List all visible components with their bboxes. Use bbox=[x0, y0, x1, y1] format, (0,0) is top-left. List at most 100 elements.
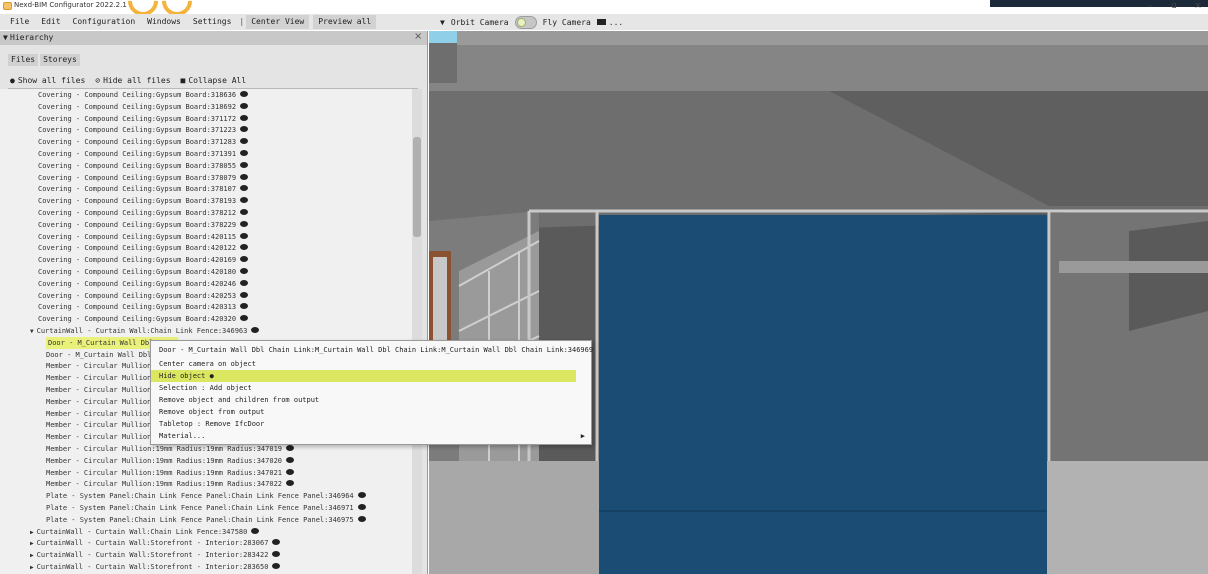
visibility-eye-icon[interactable] bbox=[240, 150, 249, 156]
visibility-eye-icon[interactable] bbox=[240, 114, 249, 121]
tree-row[interactable]: Covering - Compound Ceiling:Gypsum Board… bbox=[38, 290, 249, 302]
visibility-eye-icon[interactable] bbox=[251, 527, 260, 534]
show-all-files-button[interactable]: ● Show all files bbox=[10, 76, 85, 85]
visibility-eye-icon[interactable] bbox=[272, 563, 281, 569]
caret-right-icon[interactable]: ▶ bbox=[30, 562, 34, 574]
tree-row[interactable]: Covering - Compound Ceiling:Gypsum Board… bbox=[38, 183, 249, 195]
tab-files[interactable]: Files bbox=[8, 54, 39, 66]
tree-row[interactable]: Member - Circular Mullion bbox=[46, 384, 151, 396]
maximize-button[interactable]: ɑ bbox=[1164, 0, 1184, 13]
tree-row[interactable]: Member - Circular Mullion bbox=[46, 396, 151, 408]
visibility-eye-icon[interactable] bbox=[240, 291, 249, 298]
menu-item-remove-object-children[interactable]: Remove object and children from output bbox=[151, 394, 591, 406]
tree-row[interactable]: Covering - Compound Ceiling:Gypsum Board… bbox=[38, 136, 249, 148]
3d-viewport[interactable] bbox=[429, 31, 1208, 574]
tree-row[interactable]: Covering - Compound Ceiling:Gypsum Board… bbox=[38, 254, 249, 266]
menu-item-hide-object[interactable]: Hide object ● bbox=[151, 370, 576, 382]
tree-row[interactable]: Member - Circular Mullion:19mm Radius:19… bbox=[46, 467, 295, 479]
menu-item-tabletop-remove[interactable]: Tabletop : Remove IfcDoor bbox=[151, 418, 591, 430]
tree-row[interactable]: ▶ CurtainWall - Curtain Wall:Storefront -… bbox=[30, 561, 281, 574]
tree-row[interactable]: Covering - Compound Ceiling:Gypsum Board… bbox=[38, 278, 249, 290]
visibility-eye-icon[interactable] bbox=[251, 327, 260, 333]
visibility-eye-icon[interactable] bbox=[272, 539, 281, 546]
visibility-eye-icon[interactable] bbox=[272, 551, 281, 558]
tree-row[interactable]: Covering - Compound Ceiling:Gypsum Board… bbox=[38, 113, 249, 125]
menu-configuration[interactable]: Configuration bbox=[67, 15, 142, 29]
close-panel-button[interactable]: × bbox=[414, 31, 422, 42]
menu-item-center-camera[interactable]: Center camera on object bbox=[151, 358, 591, 370]
visibility-eye-icon[interactable] bbox=[240, 315, 249, 322]
minimize-button[interactable]: – bbox=[1140, 0, 1160, 13]
visibility-eye-icon[interactable] bbox=[240, 303, 249, 310]
visibility-eye-icon[interactable] bbox=[240, 91, 249, 97]
center-view-button[interactable]: Center View bbox=[246, 15, 310, 29]
tree-row[interactable]: Covering - Compound Ceiling:Gypsum Board… bbox=[38, 301, 249, 313]
caret-down-icon[interactable]: ▼ bbox=[30, 326, 34, 338]
menu-item-material[interactable]: Material... ▶ bbox=[151, 430, 591, 442]
tree-row[interactable]: Covering - Compound Ceiling:Gypsum Board… bbox=[38, 148, 249, 160]
fly-camera-label[interactable]: Fly Camera bbox=[543, 18, 591, 27]
tree-row[interactable]: Covering - Compound Ceiling:Gypsum Board… bbox=[38, 195, 249, 207]
visibility-eye-icon[interactable] bbox=[240, 209, 249, 215]
tree-row[interactable]: Covering - Compound Ceiling:Gypsum Board… bbox=[38, 172, 249, 184]
tree-row[interactable]: Covering - Compound Ceiling:Gypsum Board… bbox=[38, 160, 249, 172]
close-button[interactable]: × bbox=[1188, 0, 1208, 13]
tab-storeys[interactable]: Storeys bbox=[40, 54, 80, 66]
tree-row[interactable]: Covering - Compound Ceiling:Gypsum Board… bbox=[38, 266, 249, 278]
more-options[interactable]: ... bbox=[609, 18, 623, 27]
hide-all-files-button[interactable]: ⊘ Hide all files bbox=[95, 76, 170, 85]
menu-edit[interactable]: Edit bbox=[35, 15, 66, 29]
visibility-eye-icon[interactable] bbox=[240, 126, 249, 133]
tree-row[interactable]: ▶ CurtainWall - Curtain Wall:Storefront -… bbox=[30, 549, 281, 561]
tree-row[interactable]: Covering - Compound Ceiling:Gypsum Board… bbox=[38, 242, 249, 254]
menu-windows[interactable]: Windows bbox=[141, 15, 187, 29]
orbit-camera-label[interactable]: Orbit Camera bbox=[451, 18, 509, 27]
tree-row[interactable]: Member - Circular Mullion bbox=[46, 408, 151, 420]
visibility-eye-icon[interactable] bbox=[240, 268, 249, 274]
visibility-eye-icon[interactable] bbox=[240, 197, 249, 204]
visibility-eye-icon[interactable] bbox=[240, 232, 249, 239]
visibility-eye-icon[interactable] bbox=[240, 102, 249, 109]
camera-icon[interactable] bbox=[596, 19, 606, 25]
visibility-eye-icon[interactable] bbox=[286, 480, 295, 487]
visibility-eye-icon[interactable] bbox=[240, 244, 249, 251]
tree-row[interactable]: Member - Circular Mullion:19mm Radius:19… bbox=[46, 455, 295, 467]
visibility-eye-icon[interactable] bbox=[357, 515, 366, 522]
tree-row[interactable]: Covering - Compound Ceiling:Gypsum Board… bbox=[38, 89, 249, 101]
tree-row[interactable]: Covering - Compound Ceiling:Gypsum Board… bbox=[38, 207, 249, 219]
tree-row[interactable]: ▼ CurtainWall - Curtain Wall:Chain Link F… bbox=[30, 325, 260, 338]
menu-item-selection-add[interactable]: Selection : Add object bbox=[151, 382, 591, 394]
visibility-eye-icon[interactable] bbox=[240, 138, 249, 145]
preview-all-button[interactable]: Preview all bbox=[313, 15, 377, 29]
tree-row[interactable]: Member - Circular Mullion bbox=[46, 431, 151, 443]
tree-scrollbar[interactable] bbox=[412, 89, 422, 574]
visibility-eye-icon[interactable] bbox=[357, 492, 366, 499]
menu-item-remove-object[interactable]: Remove object from output bbox=[151, 406, 591, 418]
tree-row[interactable]: Covering - Compound Ceiling:Gypsum Board… bbox=[38, 124, 249, 136]
visibility-eye-icon[interactable] bbox=[286, 445, 295, 451]
visibility-eye-icon[interactable] bbox=[286, 456, 295, 463]
visibility-eye-icon[interactable] bbox=[240, 185, 249, 192]
scrollbar-thumb[interactable] bbox=[413, 137, 421, 237]
visibility-eye-icon[interactable] bbox=[240, 173, 249, 180]
tree-row[interactable]: Plate - System Panel:Chain Link Fence Pa… bbox=[46, 502, 366, 514]
menu-settings[interactable]: Settings bbox=[187, 15, 238, 29]
tree-row[interactable]: Member - Circular Mullion bbox=[46, 360, 151, 372]
tree-row[interactable]: Member - Circular Mullion:19mm Radius:19… bbox=[46, 478, 295, 490]
visibility-eye-icon[interactable] bbox=[240, 279, 249, 286]
tree-row[interactable]: Member - Circular Mullion bbox=[46, 372, 151, 384]
tree-row[interactable]: Plate - System Panel:Chain Link Fence Pa… bbox=[46, 514, 366, 526]
visibility-eye-icon[interactable] bbox=[240, 256, 249, 263]
tree-row[interactable]: Covering - Compound Ceiling:Gypsum Board… bbox=[38, 313, 249, 325]
collapse-panel-icon[interactable]: ▼ bbox=[3, 33, 8, 42]
tree-row[interactable]: Plate - System Panel:Chain Link Fence Pa… bbox=[46, 490, 366, 502]
tree-row[interactable]: ▶ CurtainWall - Curtain Wall:Chain Link F… bbox=[30, 526, 260, 538]
tree-row[interactable]: ▶ CurtainWall - Curtain Wall:Storefront -… bbox=[30, 537, 281, 549]
visibility-eye-icon[interactable] bbox=[240, 161, 249, 168]
camera-mode-toggle[interactable] bbox=[514, 15, 537, 29]
tree-row[interactable]: Door - M_Curtain Wall Dbl bbox=[46, 349, 151, 361]
toolbar-collapse-icon[interactable]: ▼ bbox=[440, 18, 445, 27]
tree-row[interactable]: Covering - Compound Ceiling:Gypsum Board… bbox=[38, 231, 249, 243]
visibility-eye-icon[interactable] bbox=[240, 220, 249, 227]
visibility-eye-icon[interactable] bbox=[357, 504, 366, 510]
